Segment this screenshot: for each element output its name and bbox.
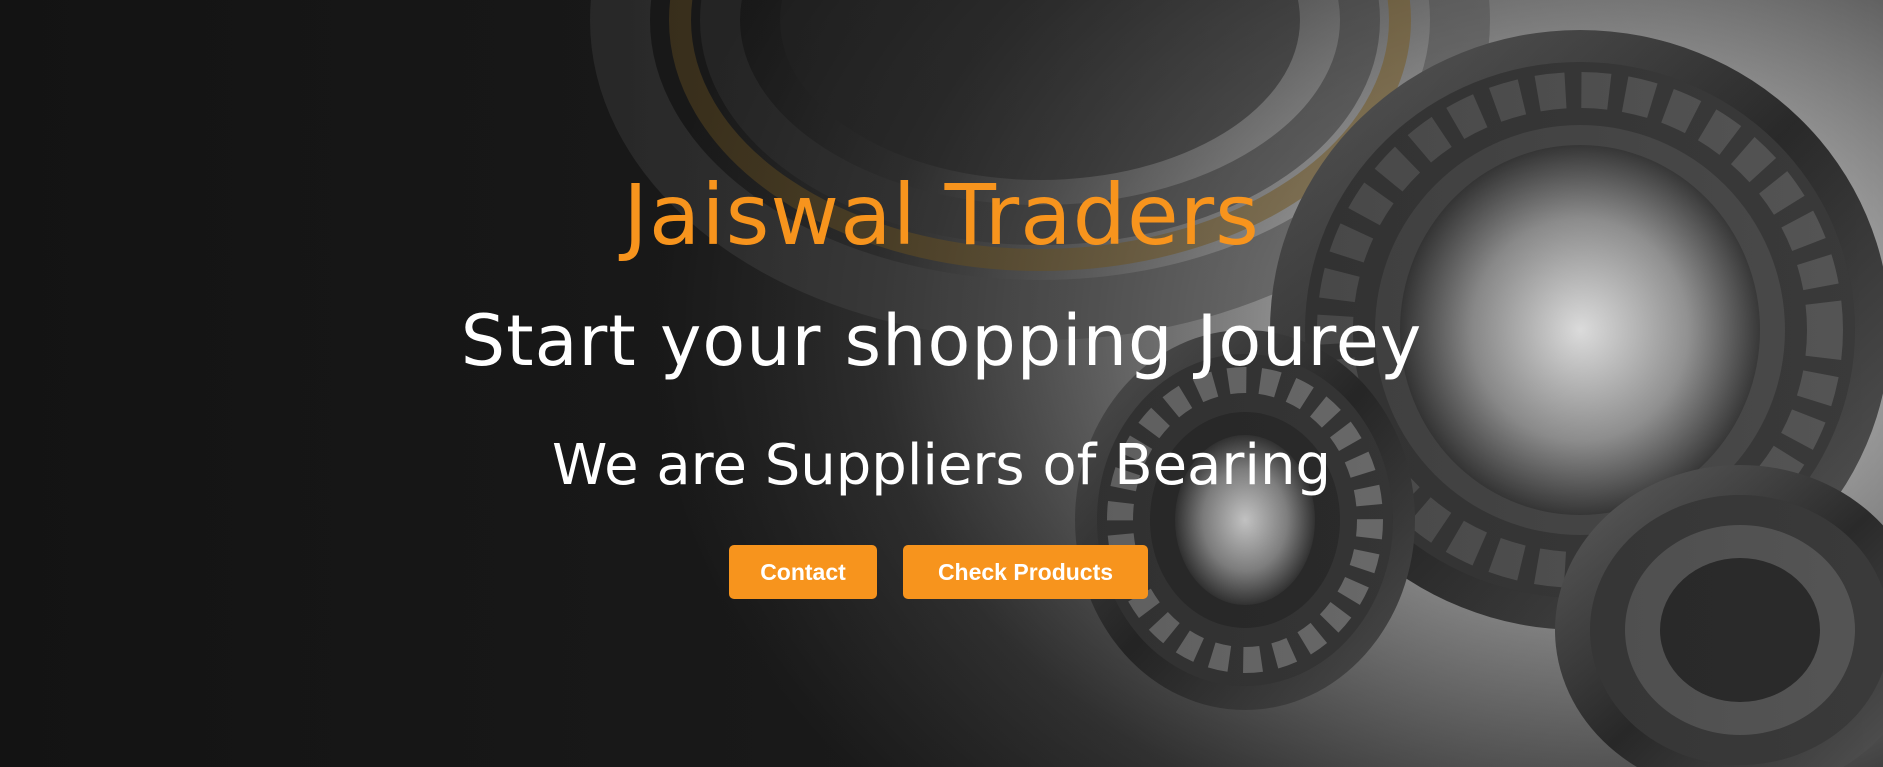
- hero-subline: We are Suppliers of Bearing: [552, 433, 1331, 498]
- hero-content: Jaiswal Traders Start your shopping Jour…: [0, 0, 1883, 767]
- contact-button[interactable]: Contact: [729, 545, 877, 599]
- hero-tagline: Start your shopping Jourey: [460, 300, 1423, 382]
- brand-title: Jaiswal Traders: [623, 166, 1260, 264]
- hero-section: Jaiswal Traders Start your shopping Jour…: [0, 0, 1883, 767]
- check-products-button[interactable]: Check Products: [903, 545, 1148, 599]
- cta-button-group: Contact Check Products: [729, 545, 1148, 599]
